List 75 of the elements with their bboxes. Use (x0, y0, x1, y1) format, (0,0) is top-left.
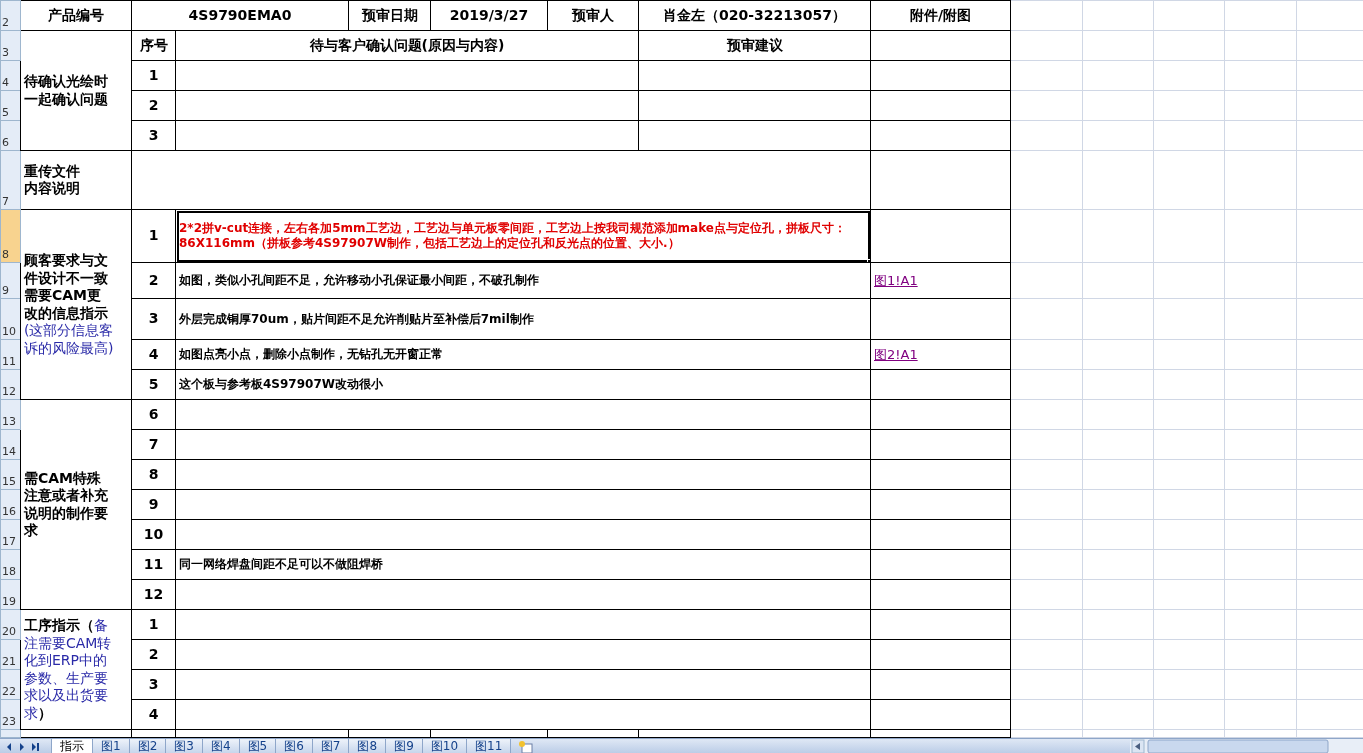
row-header[interactable]: 14 (0, 429, 21, 460)
sheet-tab[interactable]: 图4 (201, 739, 240, 753)
sheet-tab[interactable]: 图10 (421, 739, 468, 753)
row-header[interactable]: 15 (0, 459, 21, 490)
row-header[interactable]: 21 (0, 639, 21, 670)
row-header[interactable]: 9 (0, 262, 21, 299)
row-number: 3 (131, 298, 176, 340)
section-label: 重传文件内容说明 (20, 150, 132, 210)
row-number: 10 (131, 519, 176, 550)
row-number: 9 (131, 489, 176, 520)
field-value: 肖金左（020-32213057） (638, 0, 871, 31)
row-number: 3 (131, 120, 176, 151)
row-number: 1 (131, 609, 176, 640)
field-value: 4S9790EMA0 (131, 0, 349, 31)
row-header[interactable]: 4 (0, 60, 21, 91)
sheet-tab[interactable]: 图5 (238, 739, 277, 753)
row-header[interactable]: 2 (0, 0, 21, 31)
sheet-tab[interactable]: 图1 (92, 739, 130, 753)
row-header[interactable]: 3 (0, 30, 21, 61)
row-number: 2 (131, 90, 176, 121)
horizontal-scrollbar[interactable] (1130, 739, 1363, 753)
row-number: 12 (131, 579, 176, 610)
table-cell: 如图点亮小点，删除小点制作，无钻孔无开窗正常 (175, 339, 871, 370)
row-header[interactable]: 23 (0, 699, 21, 730)
row-header[interactable]: 8 (0, 209, 21, 263)
hyperlink[interactable]: 图1!A1 (874, 272, 918, 288)
row-header[interactable]: 20 (0, 609, 21, 640)
column-header: 序号 (131, 30, 176, 61)
sheet-tab[interactable]: 指示 (51, 739, 93, 753)
row-number: 4 (131, 699, 176, 730)
column-header: 待与客户确认问题(原因与内容) (175, 30, 639, 61)
row-header[interactable]: 6 (0, 120, 21, 151)
row-header[interactable]: 5 (0, 90, 21, 121)
table-cell: 这个板与参考板4S97907W改动很小 (175, 369, 871, 400)
sheet-tab[interactable]: 图11 (466, 739, 512, 753)
sheet-tab[interactable]: 图9 (385, 739, 423, 753)
table-cell: 外层完成铜厚70um，贴片间距不足允许削贴片至补偿后7mil制作 (175, 298, 871, 340)
row-number: 5 (131, 369, 176, 400)
row-header[interactable]: 19 (0, 579, 21, 610)
sheet-tab[interactable]: 图2 (128, 739, 167, 753)
sheet-tab[interactable]: 图6 (275, 739, 313, 753)
row-header[interactable]: 11 (0, 339, 21, 370)
row-number: 3 (131, 669, 176, 700)
row-header[interactable]: 18 (0, 549, 21, 580)
table-cell: 如图，类似小孔间距不足，允许移动小孔保证最小间距，不破孔制作 (175, 262, 871, 299)
row-number: 1 (131, 209, 176, 263)
field-label: 预审日期 (348, 0, 431, 31)
row-header[interactable]: 22 (0, 669, 21, 700)
row-number: 2 (131, 262, 176, 299)
column-header: 附件/附图 (870, 0, 1011, 31)
row-number: 4 (131, 339, 176, 370)
sheet-tab[interactable]: 图8 (348, 739, 387, 753)
next-sheet-icon[interactable] (17, 740, 27, 753)
field-label: 预审人 (547, 0, 639, 31)
row-header[interactable]: 12 (0, 369, 21, 400)
last-sheet-icon[interactable] (30, 740, 40, 753)
column-header: 预审建议 (638, 30, 871, 61)
row-number: 11 (131, 549, 176, 580)
row-header[interactable]: 16 (0, 489, 21, 520)
field-label: 产品编号 (20, 0, 132, 31)
row-header[interactable]: 7 (0, 150, 21, 210)
row-number: 1 (131, 60, 176, 91)
row-number: 2 (131, 639, 176, 670)
sheet-tab[interactable]: 图3 (165, 739, 203, 753)
table-cell: 同一网络焊盘间距不足可以不做阻焊桥 (175, 549, 871, 580)
table-cell: 2*2拼v-cut连接，左右各加5mm工艺边，工艺边与单元板零间距，工艺边上按我司规范添加make点与定位孔，拼板尺寸：86X116mm（拼板参考4S97907W制作，包括工艺边上的定位孔和反光点的位置、大小.） (175, 209, 871, 263)
hyperlink[interactable]: 图2!A1 (874, 346, 918, 362)
field-value: 2019/3/27 (430, 0, 548, 31)
row-number: 8 (131, 459, 176, 490)
row-number: 6 (131, 399, 176, 430)
row-header[interactable]: 13 (0, 399, 21, 430)
row-header[interactable]: 17 (0, 519, 21, 550)
row-number: 7 (131, 429, 176, 460)
sheet-tab[interactable]: 图7 (311, 739, 350, 753)
row-header[interactable]: 10 (0, 298, 21, 340)
